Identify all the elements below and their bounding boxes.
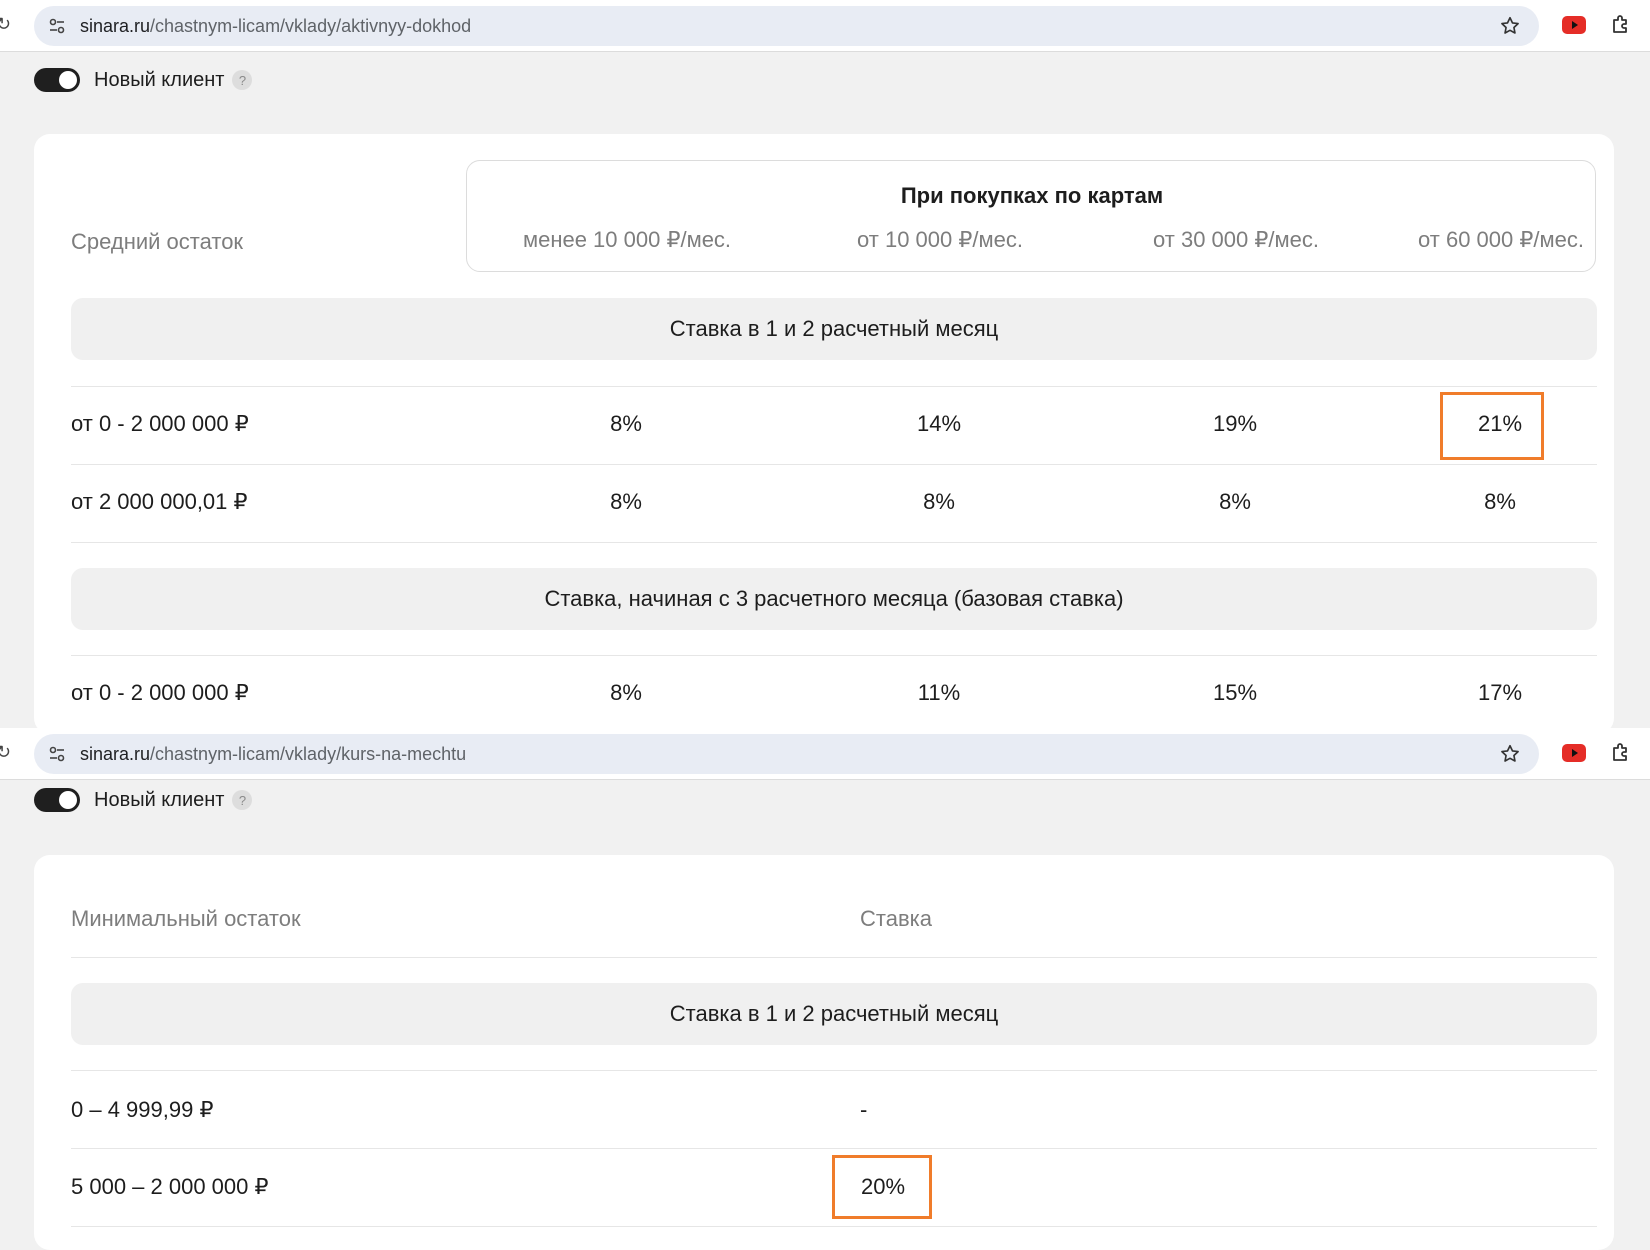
new-client-toggle[interactable] <box>34 68 80 92</box>
rate-cell: 14% <box>916 411 962 436</box>
address-bar-2[interactable]: sinara.ru/chastnym-licam/vklady/kurs-na-… <box>34 734 1539 774</box>
reload-icon[interactable]: ↻ <box>0 14 11 35</box>
toggle-knob <box>59 71 77 89</box>
row-divider <box>71 1226 1597 1227</box>
site-settings-icon[interactable] <box>48 745 66 763</box>
rate-cell: 8% <box>610 411 642 436</box>
rate-cell: 19% <box>1212 411 1258 436</box>
row-label: от 2 000 000,01 ₽ <box>71 489 248 514</box>
rate-cell: 15% <box>1212 680 1258 705</box>
column-header-balance: Средний остаток <box>71 229 244 254</box>
rates-card-2: Минимальный остаток Ставка Ставка в 1 и … <box>34 855 1614 1250</box>
column-header-3: от 30 000 ₽/мес. <box>1153 227 1319 252</box>
section-band-base-rate: Ставка, начиная с 3 расчетного месяца (б… <box>71 568 1597 630</box>
orange-highlight-box <box>1440 392 1544 460</box>
url-text-1[interactable]: sinara.ru/chastnym-licam/vklady/aktivnyy… <box>80 16 471 37</box>
site-settings-icon[interactable] <box>48 17 66 35</box>
bookmark-star-icon[interactable] <box>1499 15 1521 37</box>
reload-icon[interactable]: ↻ <box>0 742 11 763</box>
row-divider <box>71 542 1597 543</box>
rates-card-1: Средний остаток При покупках по картам м… <box>34 134 1614 734</box>
row-divider <box>71 957 1597 958</box>
row-label: 5 000 – 2 000 000 ₽ <box>71 1174 269 1199</box>
rate-cell: 8% <box>610 489 642 514</box>
orange-highlight-box <box>832 1155 932 1219</box>
row-label: от 0 - 2 000 000 ₽ <box>71 680 249 705</box>
column-header-4: от 60 000 ₽/мес. <box>1418 227 1584 252</box>
toggle-label: Новый клиент <box>94 68 225 91</box>
column-header-2: от 10 000 ₽/мес. <box>857 227 1023 252</box>
url-text-2[interactable]: sinara.ru/chastnym-licam/vklady/kurs-na-… <box>80 744 466 765</box>
new-client-toggle-row-2: Новый клиент ? <box>34 785 253 815</box>
row-label: 0 – 4 999,99 ₽ <box>71 1097 214 1122</box>
browser-toolbar-2: ↻ sinara.ru/chastnym-licam/vklady/kurs-n… <box>0 728 1650 780</box>
row-label: от 0 - 2 000 000 ₽ <box>71 411 249 436</box>
row-divider <box>71 386 1597 387</box>
help-icon[interactable]: ? <box>232 790 253 810</box>
help-icon[interactable]: ? <box>232 70 253 90</box>
rate-cell: - <box>860 1097 868 1122</box>
card-purchases-header: При покупках по картам менее 10 000 ₽/ме… <box>466 160 1596 272</box>
rate-cell: 8% <box>923 489 955 514</box>
rate-cell: 17% <box>1477 680 1523 705</box>
rate-cell: 8% <box>610 680 642 705</box>
new-client-toggle[interactable] <box>34 788 80 812</box>
extensions-icon[interactable] <box>1609 740 1633 764</box>
row-divider <box>71 1070 1597 1071</box>
column-header-rate: Ставка <box>860 906 932 931</box>
row-divider <box>71 464 1597 465</box>
toggle-knob <box>59 791 77 809</box>
rate-cell: 8% <box>1484 489 1516 514</box>
new-client-toggle-row-1: Новый клиент ? <box>34 65 253 95</box>
row-divider <box>71 655 1597 656</box>
row-divider <box>71 1148 1597 1149</box>
extensions-icon[interactable] <box>1609 12 1633 36</box>
section-band-first-months: Ставка в 1 и 2 расчетный месяц <box>71 983 1597 1045</box>
youtube-icon[interactable] <box>1562 16 1586 34</box>
browser-toolbar-1: ↻ sinara.ru/chastnym-licam/vklady/aktivn… <box>0 0 1650 52</box>
column-header-1: менее 10 000 ₽/мес. <box>522 227 732 252</box>
column-header-min-balance: Минимальный остаток <box>71 906 301 931</box>
address-bar-1[interactable]: sinara.ru/chastnym-licam/vklady/aktivnyy… <box>34 6 1539 46</box>
toggle-label: Новый клиент <box>94 788 225 811</box>
rate-cell: 11% <box>917 680 961 705</box>
purchases-title: При покупках по картам <box>900 183 1164 208</box>
section-band-first-months: Ставка в 1 и 2 расчетный месяц <box>71 298 1597 360</box>
rate-cell: 8% <box>1219 489 1251 514</box>
youtube-icon[interactable] <box>1562 744 1586 762</box>
bookmark-star-icon[interactable] <box>1499 743 1521 765</box>
